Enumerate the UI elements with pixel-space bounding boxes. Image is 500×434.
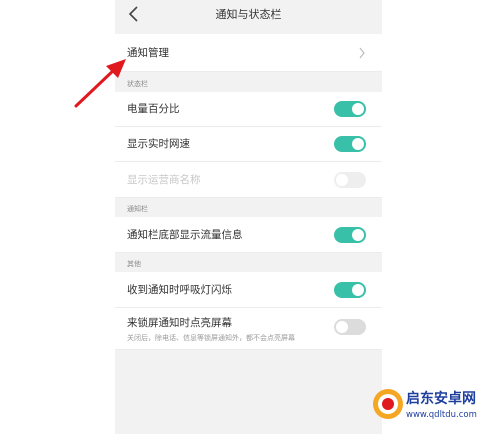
battery-percentage-label: 电量百分比 — [127, 103, 180, 115]
lockscreen-wake-row: 来锁屏通知时点亮屏幕 关闭后，除电话、信息等锁屏通知外，都不会点亮屏幕 — [115, 308, 382, 350]
realtime-speed-row: 显示实时网速 — [115, 127, 382, 162]
section-status-bar: 状态栏 — [127, 80, 148, 88]
realtime-speed-toggle[interactable] — [334, 136, 366, 152]
header-bar: 通知与状态栏 — [115, 0, 382, 28]
toggle-knob — [352, 284, 364, 296]
settings-screen: 通知与状态栏 通知管理 状态栏 电量百分比 显示实时网速 显示运营商名称 通知栏… — [115, 0, 382, 434]
toggle-knob — [352, 229, 364, 241]
page-title: 通知与状态栏 — [215, 8, 282, 21]
toggle-knob — [336, 321, 348, 333]
breathing-light-row: 收到通知时呼吸灯闪烁 — [115, 272, 382, 308]
chevron-right-icon — [359, 47, 365, 59]
notif-traffic-row: 通知栏底部显示流量信息 — [115, 217, 382, 253]
lockscreen-wake-label: 来锁屏通知时点亮屏幕 — [127, 317, 232, 329]
carrier-name-toggle — [334, 172, 366, 188]
section-other: 其他 — [127, 260, 141, 268]
watermark-logo-icon — [373, 389, 403, 419]
red-arrow-annotation — [74, 59, 126, 108]
watermark: 启东安卓网 www.qdltdu.com — [372, 382, 500, 434]
notif-traffic-label: 通知栏底部显示流量信息 — [127, 229, 243, 241]
notification-management-label: 通知管理 — [127, 47, 169, 59]
lockscreen-wake-toggle[interactable] — [334, 319, 366, 335]
toggle-knob — [336, 174, 348, 186]
breathing-light-toggle[interactable] — [334, 282, 366, 298]
battery-percentage-row: 电量百分比 — [115, 92, 382, 127]
toggle-knob — [352, 138, 364, 150]
watermark-title: 启东安卓网 — [406, 391, 476, 407]
carrier-name-row: 显示运营商名称 — [115, 162, 382, 198]
watermark-url: www.qdltdu.com — [406, 410, 477, 420]
battery-percentage-toggle[interactable] — [334, 101, 366, 117]
notification-management-row[interactable]: 通知管理 — [115, 34, 382, 72]
realtime-speed-label: 显示实时网速 — [127, 138, 190, 150]
section-notification-bar: 通知栏 — [127, 205, 148, 213]
lockscreen-wake-description: 关闭后，除电话、信息等锁屏通知外，都不会点亮屏幕 — [127, 334, 295, 342]
notif-traffic-toggle[interactable] — [334, 227, 366, 243]
breathing-light-label: 收到通知时呼吸灯闪烁 — [127, 284, 232, 296]
carrier-name-label: 显示运营商名称 — [127, 174, 201, 186]
toggle-knob — [352, 103, 364, 115]
